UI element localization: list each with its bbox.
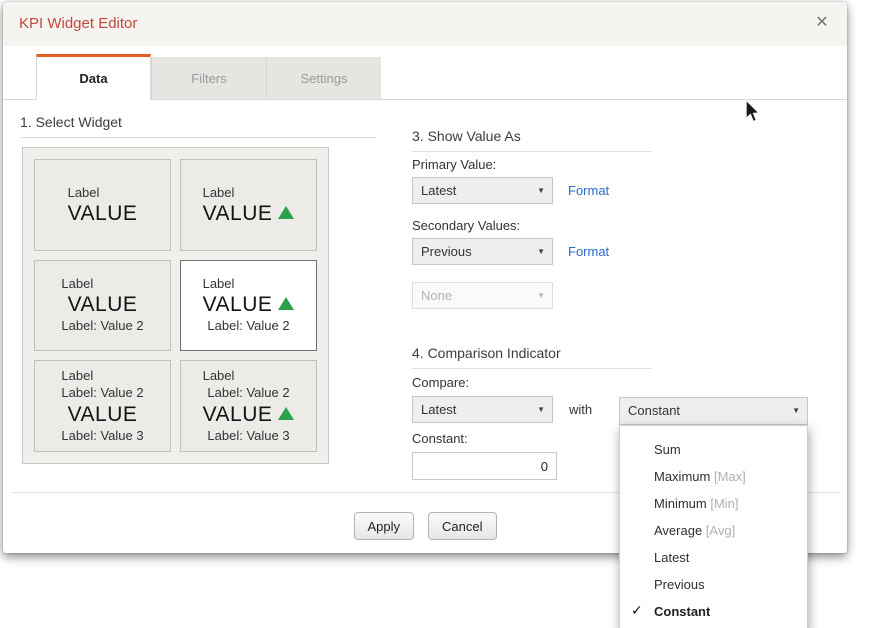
menu-item-constant[interactable]: ✓Constant [620, 598, 807, 625]
secondary-format-link[interactable]: Format [568, 244, 609, 259]
widget-tile-4-selected[interactable]: LabelVALUELabel: Value 2 [180, 260, 317, 352]
compare-with-selected: Constant [628, 403, 680, 418]
menu-item-average[interactable]: Average [Avg] [620, 517, 807, 544]
widget-tile-preview: LabelLabel: Value 2VALUELabel: Value 3 [203, 367, 295, 445]
tile-label-text: Label [61, 275, 143, 292]
secondary-values-label: Secondary Values: [412, 218, 520, 233]
comparison-heading: 4. Comparison Indicator [412, 345, 651, 369]
menu-item-maximum[interactable]: Maximum [Max] [620, 463, 807, 490]
tile-value-text: VALUE [61, 292, 143, 317]
menu-item-sum[interactable]: Sum [620, 436, 807, 463]
tile-sub-text: Label: Value 2 [203, 317, 295, 335]
dialog-header: KPI Widget Editor ✕ [3, 2, 847, 46]
tile-value-text: VALUE [68, 201, 138, 226]
chevron-down-icon: ▼ [537, 178, 545, 204]
menu-item-latest[interactable]: Latest [620, 544, 807, 571]
menu-item-minimum[interactable]: Minimum [Min] [620, 490, 807, 517]
tile-value-text: VALUE [203, 402, 295, 427]
widget-tile-2[interactable]: LabelVALUE [180, 159, 317, 251]
compare-label: Compare: [412, 375, 469, 390]
tile-value-text: VALUE [203, 292, 295, 317]
widget-tile-preview: LabelLabel: Value 2VALUELabel: Value 3 [61, 367, 143, 445]
widget-tile-3[interactable]: LabelVALUELabel: Value 2 [34, 260, 171, 352]
primary-value-label: Primary Value: [412, 157, 496, 172]
menu-item-suffix: [Max] [710, 469, 745, 484]
page: KPI Widget Editor ✕ DataFiltersSettings … [0, 0, 873, 628]
apply-button[interactable]: Apply [354, 512, 415, 540]
menu-item-suffix: [Avg] [702, 523, 735, 538]
primary-value-selected: Latest [421, 183, 456, 198]
tile-label-text: Label [203, 184, 295, 201]
widget-gallery: LabelVALUELabelVALUELabelVALUELabel: Val… [22, 147, 329, 464]
show-value-heading: 3. Show Value As [412, 128, 651, 152]
close-icon[interactable]: ✕ [811, 12, 833, 34]
widget-tile-6[interactable]: LabelLabel: Value 2VALUELabel: Value 3 [180, 360, 317, 452]
chevron-down-icon: ▼ [537, 283, 545, 309]
tile-sub-text: Label: Value 2 [61, 384, 143, 402]
tile-label-text: Label [203, 275, 295, 292]
constant-input[interactable] [412, 452, 557, 480]
select-widget-heading: 1. Select Widget [20, 114, 376, 138]
secondary-value-selected: Previous [421, 244, 472, 259]
up-triangle-icon [278, 407, 294, 420]
widget-tile-preview: LabelVALUELabel: Value 2 [61, 275, 143, 335]
compare-with-select[interactable]: Constant ▼ [619, 397, 808, 425]
widget-tile-preview: LabelVALUE [68, 184, 138, 226]
tile-label-text: Label [61, 367, 143, 384]
compare-select[interactable]: Latest ▼ [412, 396, 553, 423]
tab-settings[interactable]: Settings [266, 57, 381, 99]
tile-sub-text: Label: Value 3 [203, 427, 295, 445]
widget-tile-1[interactable]: LabelVALUE [34, 159, 171, 251]
chevron-down-icon: ▼ [537, 239, 545, 265]
cancel-button[interactable]: Cancel [428, 512, 496, 540]
tile-label-text: Label [68, 184, 138, 201]
secondary-value-2-selected: None [421, 288, 452, 303]
compare-selected: Latest [421, 402, 456, 417]
tile-sub-text: Label: Value 2 [203, 384, 295, 402]
tile-sub-text: Label: Value 2 [61, 317, 143, 335]
primary-format-link[interactable]: Format [568, 183, 609, 198]
dialog-title: KPI Widget Editor [19, 2, 137, 46]
constant-label: Constant: [412, 431, 468, 446]
secondary-value-select[interactable]: Previous ▼ [412, 238, 553, 265]
tile-value-text: VALUE [61, 402, 143, 427]
widget-tile-preview: LabelVALUE [203, 184, 295, 226]
tab-filters[interactable]: Filters [151, 57, 266, 99]
up-triangle-icon [278, 297, 294, 310]
tab-bar: DataFiltersSettings [3, 54, 847, 100]
primary-value-select[interactable]: Latest ▼ [412, 177, 553, 204]
widget-tile-5[interactable]: LabelLabel: Value 2VALUELabel: Value 3 [34, 360, 171, 452]
check-icon: ✓ [631, 602, 643, 619]
chevron-down-icon: ▼ [792, 398, 800, 424]
menu-item-suffix: [Min] [707, 496, 739, 511]
compare-with-menu: SumMaximum [Max]Minimum [Min]Average [Av… [619, 425, 808, 628]
menu-item-previous[interactable]: Previous [620, 571, 807, 598]
chevron-down-icon: ▼ [537, 397, 545, 423]
widget-tile-preview: LabelVALUELabel: Value 2 [203, 275, 295, 335]
with-label: with [569, 402, 592, 417]
tab-data[interactable]: Data [36, 54, 151, 100]
mouse-cursor-icon [744, 99, 761, 123]
secondary-value-2-select: None ▼ [412, 282, 553, 309]
kpi-widget-editor-dialog: KPI Widget Editor ✕ DataFiltersSettings … [3, 2, 847, 553]
tile-sub-text: Label: Value 3 [61, 427, 143, 445]
up-triangle-icon [278, 206, 294, 219]
tile-value-text: VALUE [203, 201, 295, 226]
tile-label-text: Label [203, 367, 295, 384]
